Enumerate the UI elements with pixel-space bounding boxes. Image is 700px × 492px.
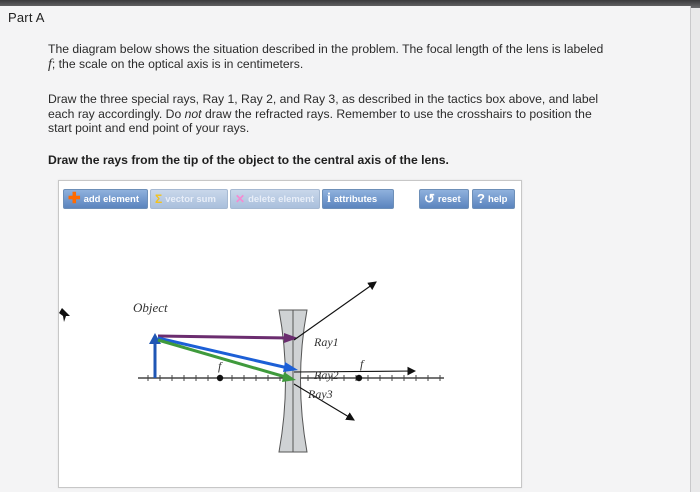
delete-element-label: delete element (248, 193, 315, 205)
extended-ray-2 (293, 366, 417, 376)
object-label: Object (133, 300, 168, 315)
info-icon: i (327, 191, 331, 206)
plus-icon: ✚ (68, 190, 81, 207)
emphasis-not: not (184, 106, 202, 121)
ray-3-label: Ray3 (307, 387, 333, 401)
instruction-paragraph-2: Draw the three special rays, Ray 1, Ray … (48, 92, 648, 136)
x-icon: ✕ (235, 192, 246, 206)
ray-1-label: Ray1 (313, 335, 339, 349)
part-title: Part A (8, 10, 45, 25)
ray-2[interactable] (157, 336, 289, 370)
instruction-text: Draw the three special rays, Ray 1, Ray … (48, 92, 599, 106)
question-icon: ? (477, 191, 485, 206)
add-element-label: add element (83, 193, 140, 205)
instruction-paragraph-1: The diagram below shows the situation de… (48, 42, 648, 72)
delete-element-button[interactable]: ✕ delete element (230, 189, 320, 209)
instruction-paragraph-3: Draw the rays from the tip of the object… (48, 153, 449, 167)
reset-icon: ↺ (424, 191, 435, 206)
vector-sum-button[interactable]: Σ vector sum (150, 189, 228, 209)
focal-point-right (355, 374, 363, 382)
ray-1[interactable] (157, 334, 291, 340)
applet-toolbar: ✚ add element Σ vector sum ✕ delete elem… (63, 189, 515, 209)
focal-point-left (216, 374, 224, 382)
focal-label-right: f (360, 357, 365, 371)
vector-sum-label: vector sum (165, 193, 216, 205)
instruction-text: start point and end point of your rays. (48, 121, 250, 135)
reset-button[interactable]: ↺ reset (419, 189, 469, 209)
help-button[interactable]: ? help (472, 189, 515, 209)
mouse-cursor (59, 308, 70, 322)
add-element-button[interactable]: ✚ add element (63, 189, 148, 209)
ray-2-label: Ray2 (313, 368, 339, 382)
help-label: help (487, 193, 508, 205)
instruction-text: draw the refracted rays. Remember to use… (201, 106, 592, 121)
ray-3[interactable] (157, 338, 290, 380)
reset-label: reset (437, 193, 461, 205)
sigma-icon: Σ (155, 192, 163, 206)
attributes-label: attributes (333, 193, 378, 205)
instruction-text: ; the scale on the optical axis is in ce… (51, 56, 304, 71)
drawing-canvas[interactable]: f f Object Ray1 Ray2 Ray3 (58, 212, 520, 486)
instruction-text: each ray accordingly. Do (48, 106, 185, 121)
attributes-button[interactable]: i attributes (322, 189, 394, 209)
focal-label-left: f (218, 359, 223, 373)
instruction-text: The diagram below shows the situation de… (48, 42, 604, 56)
